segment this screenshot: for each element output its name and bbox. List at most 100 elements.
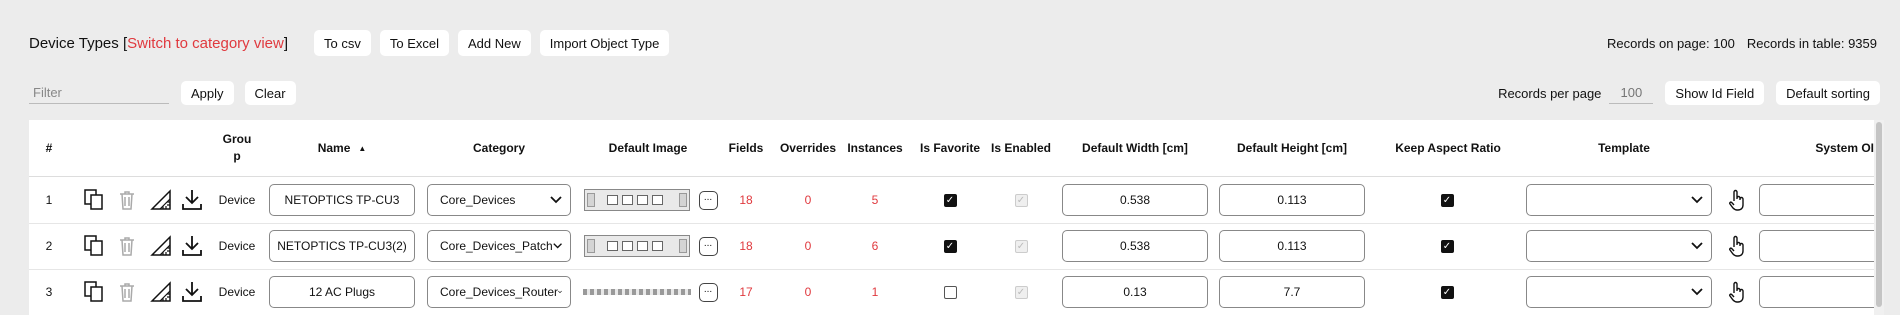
pointer-hand-icon[interactable] [1722,228,1752,264]
template-select[interactable] [1526,230,1712,262]
copy-icon[interactable] [79,182,109,218]
keep-aspect-ratio-checkbox[interactable]: ✓ [1440,285,1454,299]
col-header-default-height[interactable]: Default Height [cm] [1217,120,1367,176]
col-header-system-oid[interactable]: System OID [1794,120,1884,176]
add-new-button[interactable]: Add New [458,30,531,56]
default-height-input[interactable]: 0.113 [1219,184,1365,216]
name-input[interactable]: NETOPTICS TP-CU3(2) [269,230,415,262]
category-value: Core_Devices_Patch [440,239,553,253]
row-number: 1 [45,193,53,207]
is-enabled-checkbox: ✓ [1014,239,1028,253]
keep-aspect-ratio-checkbox[interactable]: ✓ [1440,193,1454,207]
sort-ascending-icon: ▲ [358,143,367,153]
more-cell: ... [696,182,720,218]
more-button[interactable]: ... [698,236,718,256]
default-image-cell[interactable] [579,274,694,310]
col-header-group[interactable]: Grou p [209,120,265,176]
col-header-default-width[interactable]: Default Width [cm] [1060,120,1210,176]
is-enabled-checkbox: ✓ [1014,193,1028,207]
table-controls: Records per page Show Id Field Default s… [1498,81,1880,105]
template-select[interactable] [1526,184,1712,216]
pointer-hand-icon[interactable] [1722,274,1752,310]
trash-icon[interactable] [112,182,142,218]
chevron-down-icon [1691,196,1703,204]
name-input[interactable]: NETOPTICS TP-CU3 [269,184,415,216]
is-favorite-checkbox[interactable]: ✓ [943,239,957,253]
show-id-field-button[interactable]: Show Id Field [1665,81,1765,105]
keep-aspect-cell: ✓ [1432,228,1462,264]
col-header-name-label: Name [317,141,351,155]
vertical-scrollbar[interactable] [1874,120,1884,315]
chevron-down-icon [1691,242,1703,250]
col-header-category[interactable]: Category [425,120,573,176]
col-header-overrides[interactable]: Overrides [777,120,839,176]
download-icon[interactable] [177,182,207,218]
category-cell: Core_Devices_Router [424,274,574,310]
default-sorting-button[interactable]: Default sorting [1776,81,1880,105]
pointer-hand-icon[interactable] [1722,182,1752,218]
col-header-template[interactable]: Template [1529,120,1719,176]
col-header-name[interactable]: Name ▲ [267,120,417,176]
favorite-cell: ✓ [935,182,965,218]
category-select[interactable]: Core_Devices [427,184,571,216]
ruler-triangle-icon[interactable] [146,274,176,310]
category-select[interactable]: Core_Devices_Patch [427,230,571,262]
page-title-text: Device Types [29,34,119,52]
more-cell: ... [696,228,720,264]
col-header-keep-aspect-ratio[interactable]: Keep Aspect Ratio [1373,120,1523,176]
more-button[interactable]: ... [698,190,718,210]
row-group: Device [218,193,256,207]
category-cell: Core_Devices [424,182,574,218]
import-object-type-button[interactable]: Import Object Type [539,30,670,56]
default-width-input[interactable]: 0.13 [1062,276,1208,308]
system-oid-input[interactable] [1759,276,1884,308]
scrollbar-thumb[interactable] [1876,122,1882,307]
filter-input[interactable] [29,82,169,104]
height-cell: 0.113 [1217,182,1367,218]
system-oid-input[interactable] [1759,230,1884,262]
default-image-cell[interactable] [579,228,694,264]
more-button[interactable]: ... [698,282,718,302]
to-excel-button[interactable]: To Excel [379,30,449,56]
download-icon[interactable] [177,274,207,310]
ruler-triangle-icon[interactable] [146,182,176,218]
copy-icon[interactable] [79,274,109,310]
default-width-input[interactable]: 0.538 [1062,230,1208,262]
is-favorite-checkbox[interactable] [943,285,957,299]
records-per-page-label: Records per page [1498,85,1602,101]
trash-icon[interactable] [112,274,142,310]
is-favorite-checkbox[interactable]: ✓ [943,193,957,207]
template-cell [1523,182,1715,218]
keep-aspect-cell: ✓ [1432,274,1462,310]
template-select[interactable] [1526,276,1712,308]
default-image-cell[interactable] [579,182,694,218]
copy-icon[interactable] [79,228,109,264]
col-header-is-enabled[interactable]: Is Enabled [985,120,1057,176]
records-per-page-input[interactable] [1609,82,1654,104]
col-header-is-favorite[interactable]: Is Favorite [912,120,988,176]
row-group: Device [218,285,256,299]
keep-aspect-ratio-checkbox[interactable]: ✓ [1440,239,1454,253]
col-header-default-image[interactable]: Default Image [575,120,721,176]
default-width-input[interactable]: 0.538 [1062,184,1208,216]
name-input[interactable]: 12 AC Plugs [269,276,415,308]
switch-to-category-view-link[interactable]: Switch to category view [127,35,284,52]
ruler-triangle-icon[interactable] [146,228,176,264]
trash-icon[interactable] [112,228,142,264]
system-oid-input[interactable] [1759,184,1884,216]
to-csv-button[interactable]: To csv [314,30,371,56]
download-icon[interactable] [177,228,207,264]
clear-button[interactable]: Clear [244,81,296,105]
system-oid-cell [1759,228,1884,264]
toolbar: Device Types [Switch to category view] T… [29,30,1880,56]
device-image [583,235,690,257]
col-header-instances[interactable]: Instances [844,120,906,176]
apply-button[interactable]: Apply [181,81,234,105]
category-select[interactable]: Core_Devices_Router [427,276,571,308]
bracket-close: ] [283,34,289,52]
default-height-input[interactable]: 0.113 [1219,230,1365,262]
name-cell: 12 AC Plugs [267,274,417,310]
default-height-input[interactable]: 7.7 [1219,276,1365,308]
chevron-down-icon [558,290,562,294]
col-header-fields[interactable]: Fields [726,120,766,176]
